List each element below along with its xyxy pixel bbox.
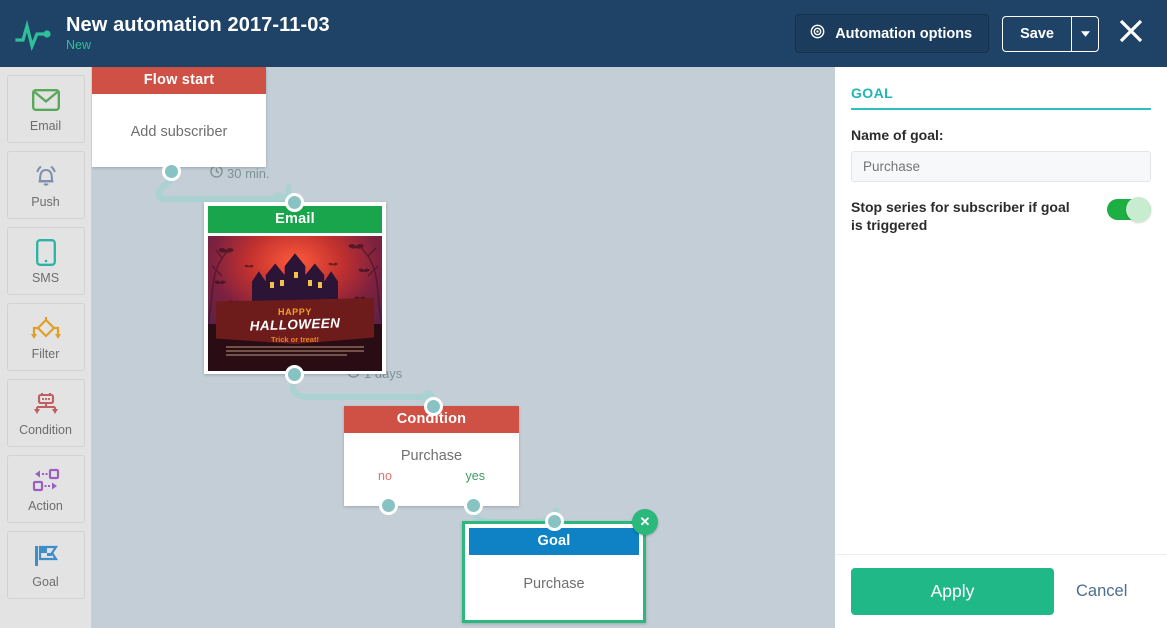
robot-icon <box>31 389 61 419</box>
close-icon <box>1116 16 1146 51</box>
flow-canvas[interactable]: 30 min. 1 days Flow start Add subscriber… <box>92 67 835 628</box>
node-input-port[interactable] <box>285 193 304 212</box>
goal-settings-panel: GOAL Name of goal: Stop series for subsc… <box>835 67 1167 628</box>
node-condition[interactable]: Condition Purchase no yes <box>344 406 519 506</box>
gear-icon <box>810 24 825 43</box>
node-body-text: Purchase <box>523 576 585 592</box>
node-input-port[interactable] <box>424 397 443 416</box>
sidebar-item-label: Goal <box>32 575 59 589</box>
sidebar-item-label: Condition <box>19 423 72 437</box>
condition-yes-port[interactable] <box>464 496 483 515</box>
sidebar-item-push[interactable]: Push <box>6 151 85 219</box>
condition-port-labels: no yes <box>344 464 519 483</box>
stop-series-toggle[interactable] <box>1107 197 1151 222</box>
sidebar-item-goal[interactable]: Goal <box>6 531 85 599</box>
sidebar-item-label: SMS <box>31 271 60 285</box>
sidebar-item-condition[interactable]: Condition <box>6 379 85 447</box>
close-icon: ✕ <box>639 514 651 529</box>
title-block: New automation 2017-11-03 New <box>66 14 330 53</box>
email-template-thumbnail: HAPPY HALLOWEEN Trick or treat! <box>208 236 382 371</box>
node-email[interactable]: Email HAPPY HALLOWEEN Trick or treat! <box>204 202 386 374</box>
app-header: New automation 2017-11-03 New Automation… <box>0 0 1167 67</box>
condition-no-label: no <box>378 469 392 483</box>
condition-no-port[interactable] <box>379 496 398 515</box>
envelope-icon <box>31 85 60 115</box>
toggle-knob <box>1126 197 1151 222</box>
page-title: New automation 2017-11-03 <box>66 14 330 37</box>
automation-options-label: Automation options <box>835 25 973 42</box>
sidebar-item-label: Push <box>31 195 60 209</box>
header-actions: Automation options Save <box>795 14 1150 53</box>
status-badge: New <box>66 38 92 53</box>
sidebar-item-email[interactable]: Email <box>6 75 85 143</box>
sidebar-item-action[interactable]: Action <box>6 455 85 523</box>
action-icon <box>31 465 61 495</box>
email-thumb-body-lines <box>226 346 364 358</box>
sidebar-item-label: Filter <box>31 347 60 361</box>
stop-series-label: Stop series for subscriber if goal is tr… <box>851 199 1070 234</box>
node-goal[interactable]: ✕ Goal Purchase <box>462 509 658 623</box>
goal-name-input[interactable] <box>851 151 1151 182</box>
sidebar-item-sms[interactable]: SMS <box>6 227 85 295</box>
panel-body: GOAL Name of goal: Stop series for subsc… <box>835 67 1167 554</box>
chevron-down-icon <box>1080 29 1090 39</box>
pulse-logo-icon <box>6 16 62 52</box>
node-flow-start[interactable]: Flow start Add subscriber <box>92 67 266 167</box>
node-body-text: Add subscriber <box>130 124 228 140</box>
save-button[interactable]: Save <box>1002 15 1071 52</box>
node-body-text: Purchase <box>400 448 463 464</box>
cancel-button[interactable]: Cancel <box>1076 582 1127 601</box>
flag-icon <box>32 541 60 571</box>
tool-sidebar: Email Push SMS Filter Condition Action G… <box>0 67 92 628</box>
sidebar-item-filter[interactable]: Filter <box>6 303 85 371</box>
panel-footer: Apply Cancel <box>835 554 1167 628</box>
stop-series-row: Stop series for subscriber if goal is tr… <box>851 197 1151 234</box>
bell-icon <box>32 161 60 191</box>
condition-yes-label: yes <box>465 469 485 483</box>
apply-button[interactable]: Apply <box>851 568 1054 615</box>
automation-options-button[interactable]: Automation options <box>795 14 990 53</box>
name-of-goal-label: Name of goal: <box>851 127 944 143</box>
node-output-port[interactable] <box>285 365 304 384</box>
sidebar-item-label: Email <box>29 119 62 133</box>
delete-node-button[interactable]: ✕ <box>632 509 658 535</box>
node-input-port[interactable] <box>545 512 564 531</box>
phone-icon <box>35 237 56 267</box>
email-thumb-subtitle: Trick or treat! <box>271 335 319 344</box>
sidebar-item-label: Action <box>28 499 63 513</box>
save-button-group: Save <box>1002 15 1099 52</box>
node-header: Goal <box>469 528 639 555</box>
filter-icon <box>30 313 62 343</box>
close-window-button[interactable] <box>1112 14 1150 53</box>
node-output-port[interactable] <box>162 162 181 181</box>
panel-title: GOAL <box>851 85 1151 110</box>
node-header: Flow start <box>92 67 266 94</box>
automation-builder-window: New automation 2017-11-03 New Automation… <box>0 0 1167 628</box>
save-dropdown-button[interactable] <box>1071 15 1099 52</box>
